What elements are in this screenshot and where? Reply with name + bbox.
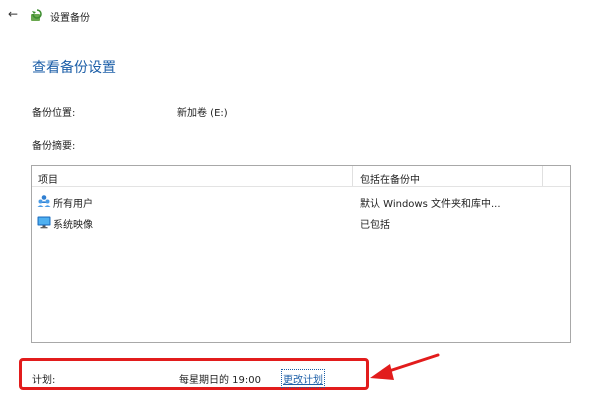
item-status: 已包括: [360, 220, 390, 231]
list-item[interactable]: 系统映像 已包括: [32, 213, 570, 231]
monitor-icon: [37, 216, 51, 229]
column-divider[interactable]: [542, 166, 543, 186]
item-name: 系统映像: [53, 220, 93, 231]
list-header: 项目 包括在备份中: [32, 166, 570, 187]
backup-summary-label: 备份摘要:: [32, 141, 76, 152]
item-name: 所有用户: [53, 199, 93, 210]
schedule-label: 计划:: [32, 375, 56, 386]
annotation-arrow-icon: [370, 353, 440, 380]
change-schedule-link[interactable]: 更改计划: [281, 369, 325, 388]
list-item[interactable]: 所有用户 默认 Windows 文件夹和库中...: [32, 192, 570, 210]
window-title: 设置备份: [50, 13, 90, 24]
back-button[interactable]: ←: [6, 7, 20, 21]
users-icon: [37, 195, 51, 207]
page-title: 查看备份设置: [32, 60, 116, 76]
backup-location-value: 新加卷 (E:): [177, 108, 228, 119]
schedule-value: 每星期日的 19:00: [179, 375, 261, 386]
backup-summary-list[interactable]: 项目 包括在备份中 所有用户 默认 Windows 文件夹和库中... 系统映像…: [31, 165, 571, 343]
title-bar: ← 设置备份: [0, 0, 600, 30]
column-divider[interactable]: [352, 166, 353, 186]
backup-app-icon: [31, 9, 42, 21]
column-header-item[interactable]: 项目: [38, 171, 58, 186]
item-status: 默认 Windows 文件夹和库中...: [360, 199, 501, 210]
column-header-included[interactable]: 包括在备份中: [360, 171, 420, 186]
backup-location-label: 备份位置:: [32, 108, 76, 119]
